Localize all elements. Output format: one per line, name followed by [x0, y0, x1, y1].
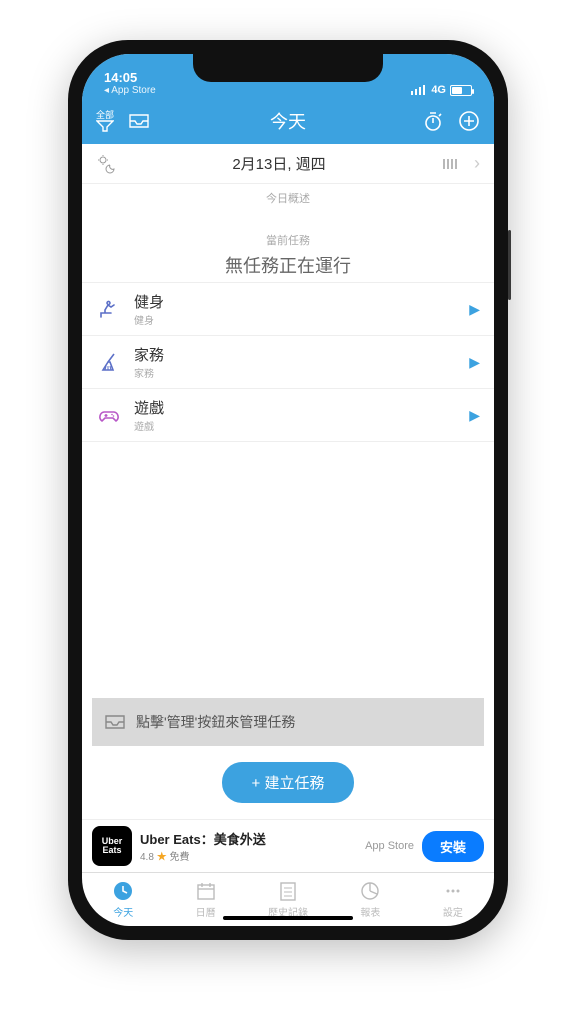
task-category: 遊戲 — [134, 418, 457, 433]
task-item-housework[interactable]: 家務 家務 ▶ — [82, 336, 494, 389]
plus-circle-icon — [458, 110, 480, 132]
timer-button[interactable] — [422, 110, 444, 132]
overview-label: 今日概述 — [82, 184, 494, 212]
install-button[interactable]: 安裝 — [422, 831, 484, 862]
stopwatch-icon — [422, 110, 444, 132]
current-task-section: 當前任務 無任務正在運行 — [82, 212, 494, 282]
ad-store-label: App Store — [365, 840, 414, 852]
task-list: 健身 健身 ▶ 家務 家務 ▶ 遊戲 — [82, 282, 494, 442]
task-category: 健身 — [134, 312, 457, 327]
next-day-button[interactable]: › — [474, 153, 480, 174]
battery-icon — [450, 85, 472, 96]
tab-today[interactable]: 今天 — [82, 873, 164, 926]
create-task-button[interactable]: + 建立任務 — [222, 762, 355, 803]
app-header: 全部 今天 — [82, 98, 494, 144]
play-icon[interactable]: ▶ — [469, 301, 480, 318]
task-category: 家務 — [134, 365, 457, 380]
home-indicator[interactable] — [223, 916, 353, 920]
status-time: 14:05 — [104, 71, 156, 85]
date-label[interactable]: 2月13日, 週四 — [232, 153, 325, 174]
current-task-label: 當前任務 — [82, 232, 494, 248]
play-icon[interactable]: ▶ — [469, 407, 480, 424]
task-item-game[interactable]: 遊戲 遊戲 ▶ — [82, 389, 494, 442]
ad-app-icon: Uber Eats — [92, 826, 132, 866]
more-icon — [442, 880, 464, 902]
ad-subtitle: 4.8 ★ 免費 — [140, 848, 357, 863]
no-task-running: 無任務正在運行 — [82, 252, 494, 278]
tray-icon — [128, 113, 150, 129]
task-item-fitness[interactable]: 健身 健身 ▶ — [82, 283, 494, 336]
back-to-appstore[interactable]: ◂ App Store — [104, 85, 156, 96]
signal-icon — [411, 85, 427, 95]
tab-settings[interactable]: 設定 — [412, 873, 494, 926]
page-title: 今天 — [270, 108, 306, 134]
fitness-icon — [96, 296, 122, 322]
hint-text: 點擊'管理'按鈕來管理任務 — [136, 712, 295, 732]
calendar-icon — [195, 880, 217, 902]
task-title: 健身 — [134, 291, 457, 312]
daynight-button[interactable] — [96, 154, 116, 174]
ad-banner[interactable]: Uber Eats Uber Eats：美食外送 4.8 ★ 免費 App St… — [82, 819, 494, 872]
date-bar: 2月13日, 週四 › — [82, 144, 494, 184]
play-icon[interactable]: ▶ — [469, 354, 480, 371]
sun-moon-icon — [96, 154, 116, 174]
network-label: 4G — [431, 84, 446, 96]
clock-icon — [112, 880, 134, 902]
task-title: 遊戲 — [134, 397, 457, 418]
barcode-icon[interactable] — [442, 157, 460, 171]
hint-bar: 點擊'管理'按鈕來管理任務 — [92, 698, 484, 746]
ad-title: Uber Eats：美食外送 — [140, 829, 357, 848]
broom-icon — [96, 349, 122, 375]
funnel-icon — [96, 120, 114, 132]
filter-button[interactable]: 全部 — [96, 111, 114, 132]
status-indicators: 4G — [411, 84, 472, 96]
task-title: 家務 — [134, 344, 457, 365]
add-button[interactable] — [458, 110, 480, 132]
history-icon — [277, 880, 299, 902]
piechart-icon — [359, 880, 381, 902]
gamepad-icon — [96, 402, 122, 428]
tray-icon — [104, 714, 126, 730]
inbox-button[interactable] — [128, 113, 150, 129]
